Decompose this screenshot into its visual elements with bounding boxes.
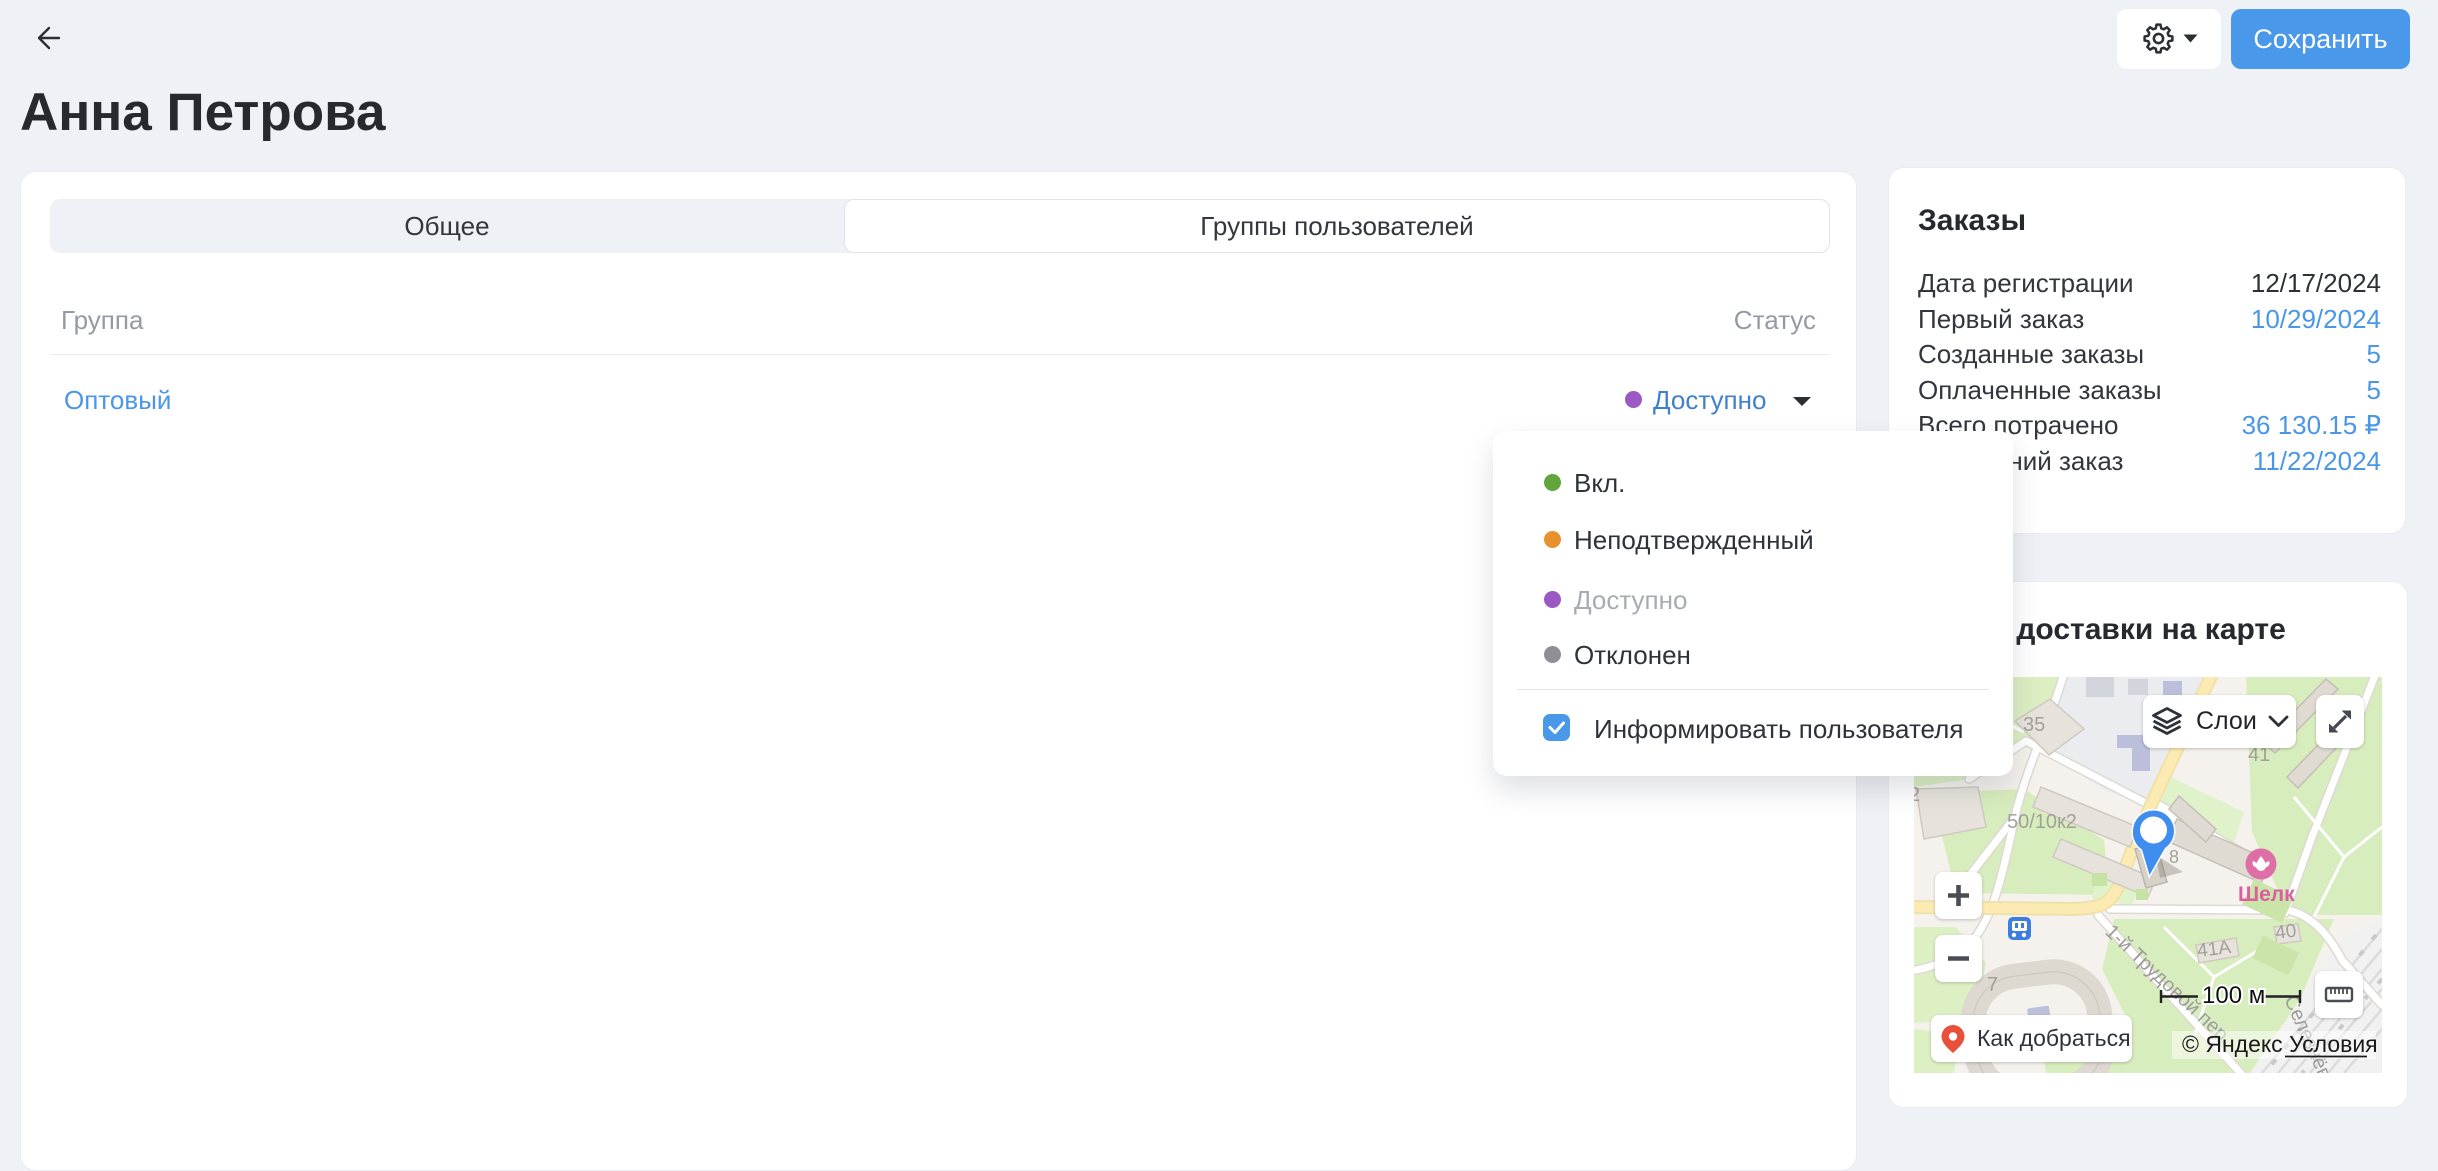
svg-text:100 м: 100 м xyxy=(2202,982,2265,1009)
svg-text:Шелк: Шелк xyxy=(2238,883,2295,906)
svg-text:© Яндекс Условия: © Яндекс Условия xyxy=(2182,1031,2378,1057)
